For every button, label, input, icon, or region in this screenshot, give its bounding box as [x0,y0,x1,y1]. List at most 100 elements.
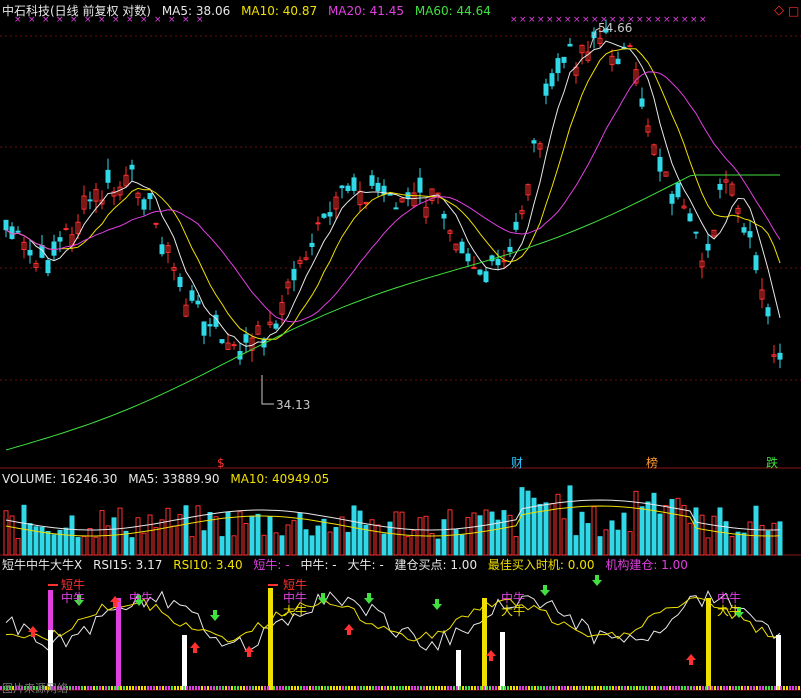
status-strip [108,686,110,690]
signal-bar [706,598,711,690]
volume-bar [375,524,381,556]
status-strip [186,686,188,690]
status-strip [507,686,509,690]
expand-icon[interactable]: ◇ [774,4,784,18]
status-strip [246,686,248,690]
dividend-marker[interactable]: $ [216,456,226,470]
status-strip [666,686,668,690]
status-strip [195,686,197,690]
candle-body [507,246,513,252]
top-marker: × [636,15,644,25]
status-strip [411,686,413,690]
status-strip [798,686,800,690]
up-arrow [486,650,496,661]
up-arrow [686,654,696,665]
down-arrow [318,593,328,604]
top-marker: × [582,15,590,25]
status-strip [222,686,224,690]
volume-bar [657,513,663,556]
candle-body [327,212,333,217]
status-strip [417,686,419,690]
status-strip [699,686,701,690]
signal-bar [48,630,53,690]
status-strip [435,686,437,690]
volume-bar [561,518,567,556]
status-strip [672,686,674,690]
status-strip [768,686,770,690]
status-strip [513,686,515,690]
volume-bar [135,517,141,556]
status-strip [717,686,719,690]
volume-bar [501,510,507,556]
status-strip [651,686,653,690]
status-strip [570,686,572,690]
candle-body [477,269,483,275]
top-marker: × [537,15,545,25]
down-arrow [210,610,220,621]
status-strip [216,686,218,690]
volume-bar [3,510,9,556]
status-strip [243,686,245,690]
volume-bar [129,537,135,556]
close-icon[interactable]: □ [788,4,799,18]
ranking-marker[interactable]: 榜 [645,456,659,470]
status-strip [327,686,329,690]
status-strip [72,686,74,690]
volume-ma10-label: MA10: 40949.05 [230,472,330,486]
status-strip [315,686,317,690]
volume-bar [213,516,219,556]
status-strip [228,686,230,690]
status-strip [321,686,323,690]
volume-bar [159,519,165,556]
volume-bar [219,536,225,556]
status-strip [741,686,743,690]
status-strip [210,686,212,690]
up-arrow [190,642,200,653]
volume-bar [549,503,555,556]
top-marker: × [663,15,671,25]
fall-marker[interactable]: 跌 [765,456,779,470]
finance-marker[interactable]: 财 [510,456,524,470]
ma60-line [5,174,780,451]
status-strip [117,686,119,690]
candle-body [105,169,111,183]
status-strip [168,686,170,690]
volume-bar [609,520,615,556]
status-strip [627,686,629,690]
status-strip [354,686,356,690]
candle-body [369,175,375,186]
status-strip [102,686,104,690]
top-marker: × [645,15,653,25]
volume-bar [345,531,351,556]
status-strip [219,686,221,690]
status-strip [723,686,725,690]
volume-bar [189,536,195,556]
status-strip [363,686,365,690]
short-bull-label: 短牛: - [253,558,290,572]
volume-bar [15,537,21,556]
status-strip [483,686,485,690]
volume-bar [711,515,717,556]
top-marker: × [510,15,518,25]
stock-chart-canvas[interactable]: × × × × × × × × × × × × × × × × × × × × × × × × × × × × × × × × × × × × [0,0,801,698]
candle-body [417,177,423,193]
status-strip [297,686,299,690]
status-strip [156,686,158,690]
candle-body [243,334,249,343]
volume-bar [447,509,453,556]
status-strip [96,686,98,690]
candle-body [207,324,213,327]
volume-bar [681,504,687,556]
volume-bar [357,510,363,556]
volume-bar [339,516,345,556]
status-strip [636,686,638,690]
candle-body [195,300,201,305]
status-strip [84,686,86,690]
status-strip [738,686,740,690]
volume-bar [639,506,645,556]
status-strip [693,686,695,690]
signal-bar [268,588,273,690]
status-strip [540,686,542,690]
status-strip [201,686,203,690]
status-strip [69,686,71,690]
